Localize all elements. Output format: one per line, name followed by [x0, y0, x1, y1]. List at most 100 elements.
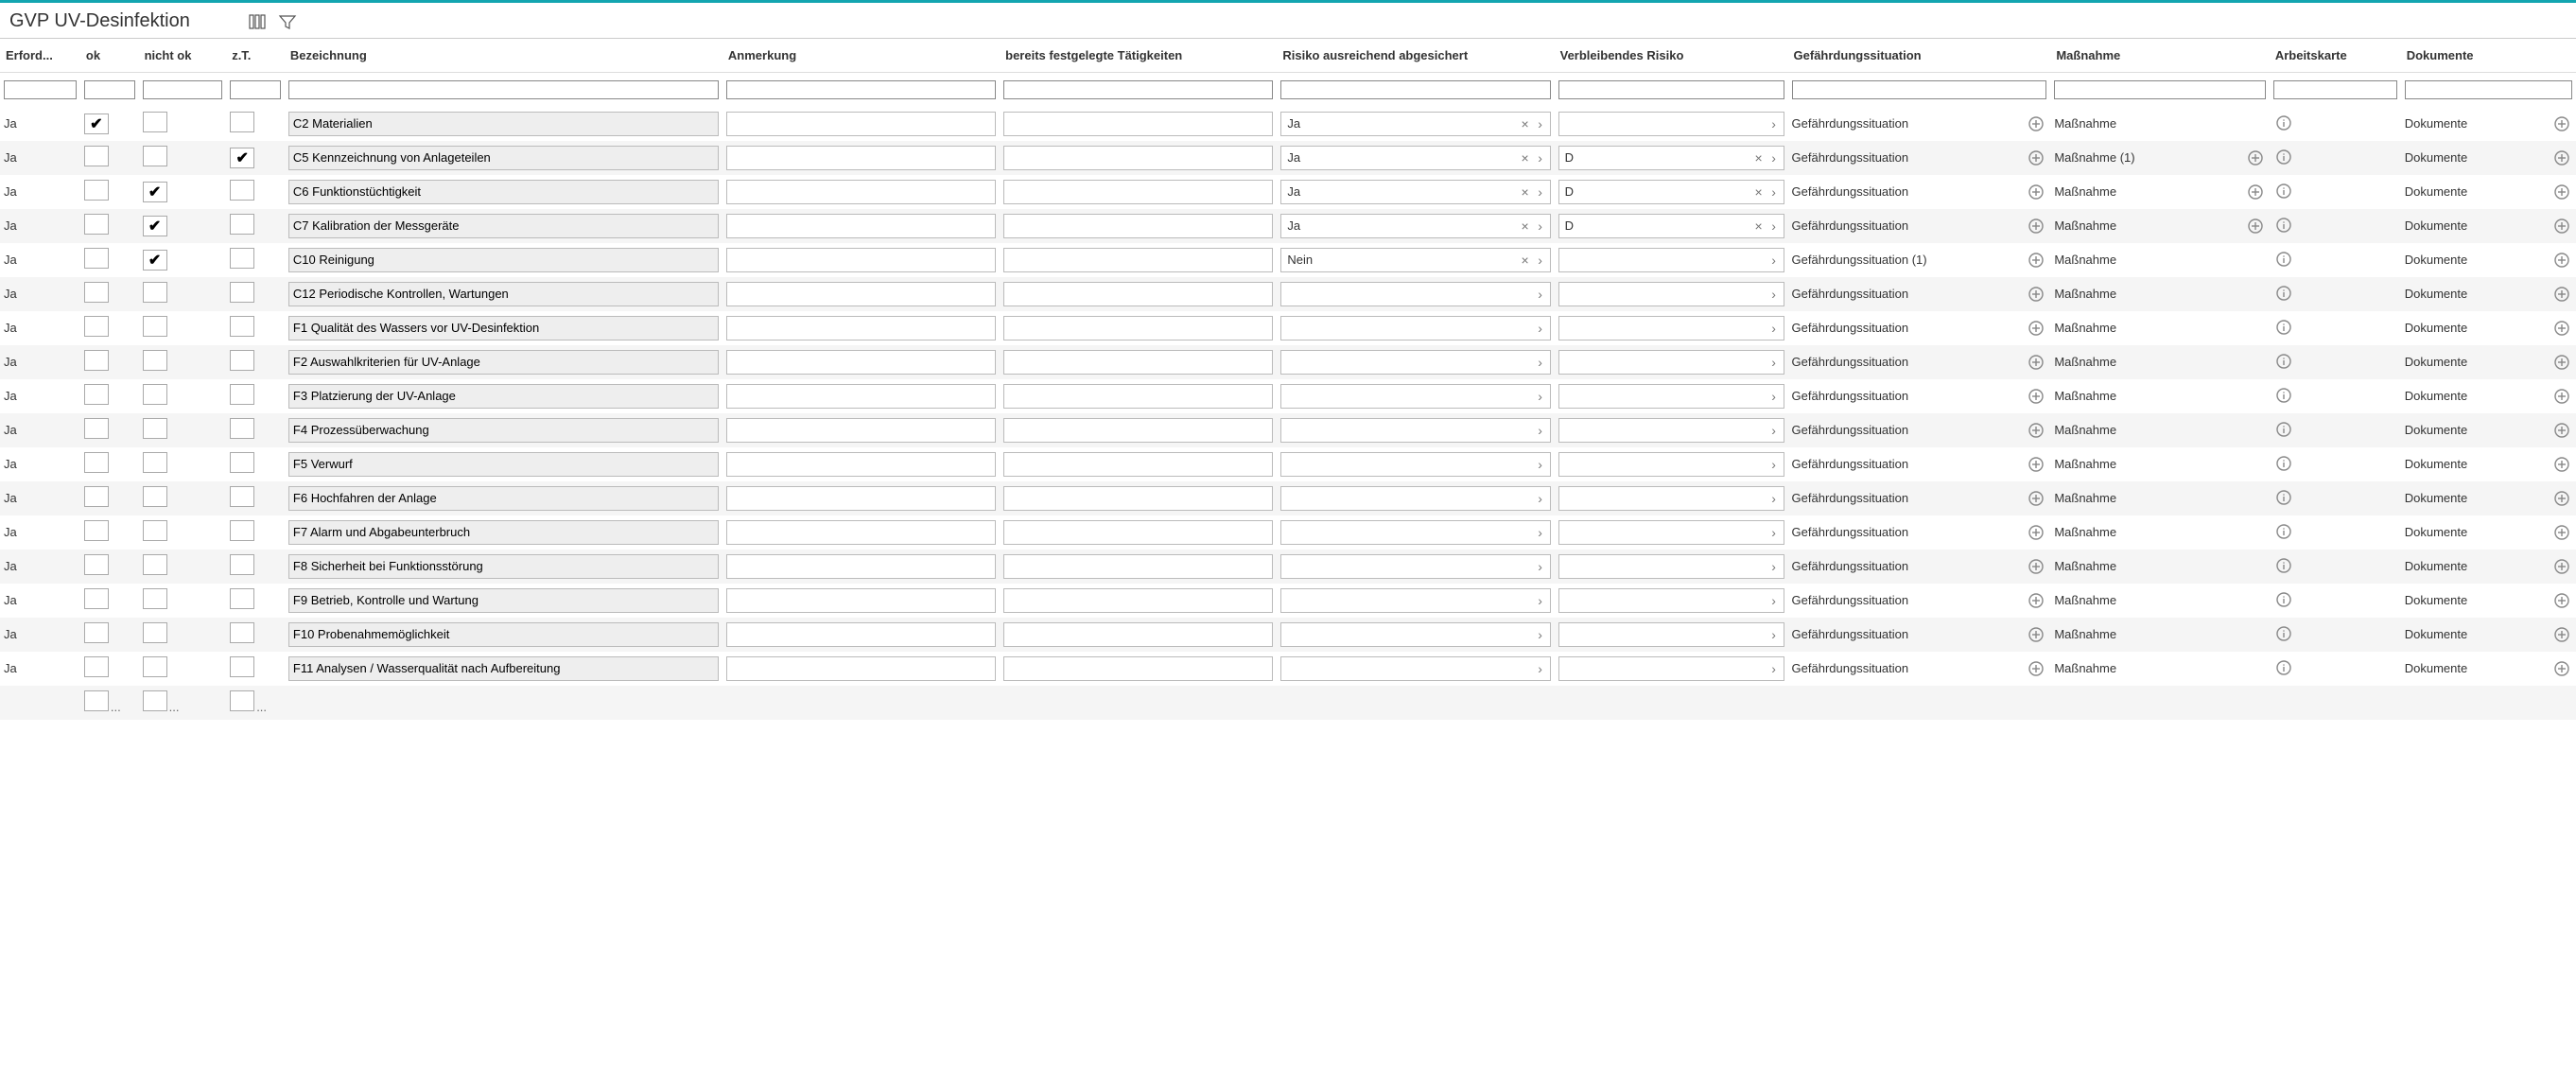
bezeichnung-input[interactable] [288, 486, 719, 511]
massnahme-link[interactable]: Maßnahme [2054, 525, 2266, 539]
dokumente-link[interactable]: Dokumente [2405, 559, 2548, 573]
ok-footer-box[interactable] [84, 690, 109, 711]
anmerkung-input[interactable] [726, 486, 996, 511]
gefaehrdung-add-icon[interactable] [2026, 318, 2046, 339]
dokumente-add-icon[interactable] [2551, 556, 2572, 577]
gefaehrdung-link[interactable]: Gefährdungssituation [1792, 355, 2023, 369]
anmerkung-input[interactable] [726, 656, 996, 681]
risiko-combo[interactable]: › [1280, 486, 1550, 511]
verbleibend-combo[interactable]: › [1558, 282, 1784, 306]
anmerkung-input[interactable] [726, 282, 996, 306]
dokumente-add-icon[interactable] [2551, 386, 2572, 407]
bezeichnung-input[interactable] [288, 146, 719, 170]
nicht-ok-checkbox[interactable] [143, 316, 167, 337]
bezeichnung-input[interactable] [288, 248, 719, 272]
anmerkung-input[interactable] [726, 520, 996, 545]
clear-icon[interactable]: × [1518, 150, 1533, 166]
col-anmerkung[interactable]: Anmerkung [722, 39, 1000, 73]
dokumente-add-icon[interactable] [2551, 590, 2572, 611]
clear-icon[interactable]: × [1751, 218, 1767, 234]
verbleibend-combo[interactable]: › [1558, 622, 1784, 647]
ok-checkbox[interactable] [84, 316, 109, 337]
risiko-combo[interactable]: Ja × › [1280, 180, 1550, 204]
gefaehrdung-link[interactable]: Gefährdungssituation [1792, 457, 2023, 471]
chevron-right-icon[interactable]: › [1767, 389, 1782, 404]
anmerkung-input[interactable] [726, 384, 996, 409]
chevron-right-icon[interactable]: › [1533, 627, 1548, 642]
verbleibend-combo[interactable]: D × › [1558, 146, 1784, 170]
gefaehrdung-link[interactable]: Gefährdungssituation [1792, 559, 2023, 573]
zt-checkbox[interactable] [230, 656, 254, 677]
arbeitskarte-info-icon[interactable] [2273, 453, 2294, 474]
chevron-right-icon[interactable]: › [1767, 491, 1782, 506]
arbeitskarte-info-icon[interactable] [2273, 589, 2294, 610]
anmerkung-input[interactable] [726, 418, 996, 443]
zt-checkbox[interactable] [230, 520, 254, 541]
zt-checkbox[interactable] [230, 588, 254, 609]
massnahme-link[interactable]: Maßnahme [2054, 116, 2266, 131]
chevron-right-icon[interactable]: › [1533, 150, 1548, 166]
bezeichnung-input[interactable] [288, 656, 719, 681]
gefaehrdung-add-icon[interactable] [2026, 386, 2046, 407]
clear-icon[interactable]: × [1518, 218, 1533, 234]
col-zt[interactable]: z.T. [226, 39, 285, 73]
risiko-combo[interactable]: Ja × › [1280, 146, 1550, 170]
dokumente-link[interactable]: Dokumente [2405, 457, 2548, 471]
chevron-right-icon[interactable]: › [1767, 287, 1782, 302]
dokumente-add-icon[interactable] [2551, 148, 2572, 168]
bezeichnung-input[interactable] [288, 622, 719, 647]
col-erford[interactable]: Erford... [0, 39, 80, 73]
anmerkung-input[interactable] [726, 316, 996, 340]
chevron-right-icon[interactable]: › [1533, 525, 1548, 540]
arbeitskarte-info-icon[interactable] [2273, 249, 2294, 270]
filter-risiko[interactable] [1280, 80, 1550, 99]
chevron-right-icon[interactable]: › [1767, 184, 1782, 200]
verbleibend-combo[interactable]: › [1558, 554, 1784, 579]
dokumente-link[interactable]: Dokumente [2405, 491, 2548, 505]
ok-checkbox[interactable] [84, 146, 109, 166]
filter-nicht-ok[interactable] [143, 80, 223, 99]
verbleibend-combo[interactable]: › [1558, 520, 1784, 545]
bereits-input[interactable] [1003, 112, 1273, 136]
verbleibend-combo[interactable]: › [1558, 486, 1784, 511]
risiko-combo[interactable]: Ja × › [1280, 214, 1550, 238]
dokumente-link[interactable]: Dokumente [2405, 389, 2548, 403]
chevron-right-icon[interactable]: › [1767, 355, 1782, 370]
filter-anmerkung[interactable] [726, 80, 996, 99]
ok-checkbox[interactable] [84, 113, 109, 134]
nicht-ok-checkbox[interactable] [143, 384, 167, 405]
chevron-right-icon[interactable]: › [1533, 253, 1548, 268]
arbeitskarte-info-icon[interactable] [2273, 657, 2294, 678]
filter-ok[interactable] [84, 80, 135, 99]
gefaehrdung-add-icon[interactable] [2026, 113, 2046, 134]
risiko-combo[interactable]: › [1280, 656, 1550, 681]
dokumente-link[interactable]: Dokumente [2405, 253, 2548, 267]
gefaehrdung-add-icon[interactable] [2026, 522, 2046, 543]
chevron-right-icon[interactable]: › [1767, 150, 1782, 166]
dokumente-link[interactable]: Dokumente [2405, 627, 2548, 641]
ok-checkbox[interactable] [84, 384, 109, 405]
bereits-input[interactable] [1003, 622, 1273, 647]
zt-checkbox[interactable] [230, 622, 254, 643]
bezeichnung-input[interactable] [288, 554, 719, 579]
zt-checkbox[interactable] [230, 248, 254, 269]
filter-massnahme[interactable] [2054, 80, 2266, 99]
zt-checkbox[interactable] [230, 486, 254, 507]
arbeitskarte-info-icon[interactable] [2273, 521, 2294, 542]
arbeitskarte-info-icon[interactable] [2273, 317, 2294, 338]
col-bezeichnung[interactable]: Bezeichnung [285, 39, 722, 73]
anmerkung-input[interactable] [726, 112, 996, 136]
filter-zt[interactable] [230, 80, 281, 99]
bereits-input[interactable] [1003, 554, 1273, 579]
arbeitskarte-info-icon[interactable] [2273, 487, 2294, 508]
dokumente-add-icon[interactable] [2551, 624, 2572, 645]
verbleibend-combo[interactable]: D × › [1558, 180, 1784, 204]
gefaehrdung-add-icon[interactable] [2026, 488, 2046, 509]
risiko-combo[interactable]: › [1280, 588, 1550, 613]
arbeitskarte-info-icon[interactable] [2273, 623, 2294, 644]
bereits-input[interactable] [1003, 520, 1273, 545]
ok-checkbox[interactable] [84, 588, 109, 609]
dokumente-link[interactable]: Dokumente [2405, 287, 2548, 301]
bereits-input[interactable] [1003, 248, 1273, 272]
dokumente-link[interactable]: Dokumente [2405, 661, 2548, 675]
